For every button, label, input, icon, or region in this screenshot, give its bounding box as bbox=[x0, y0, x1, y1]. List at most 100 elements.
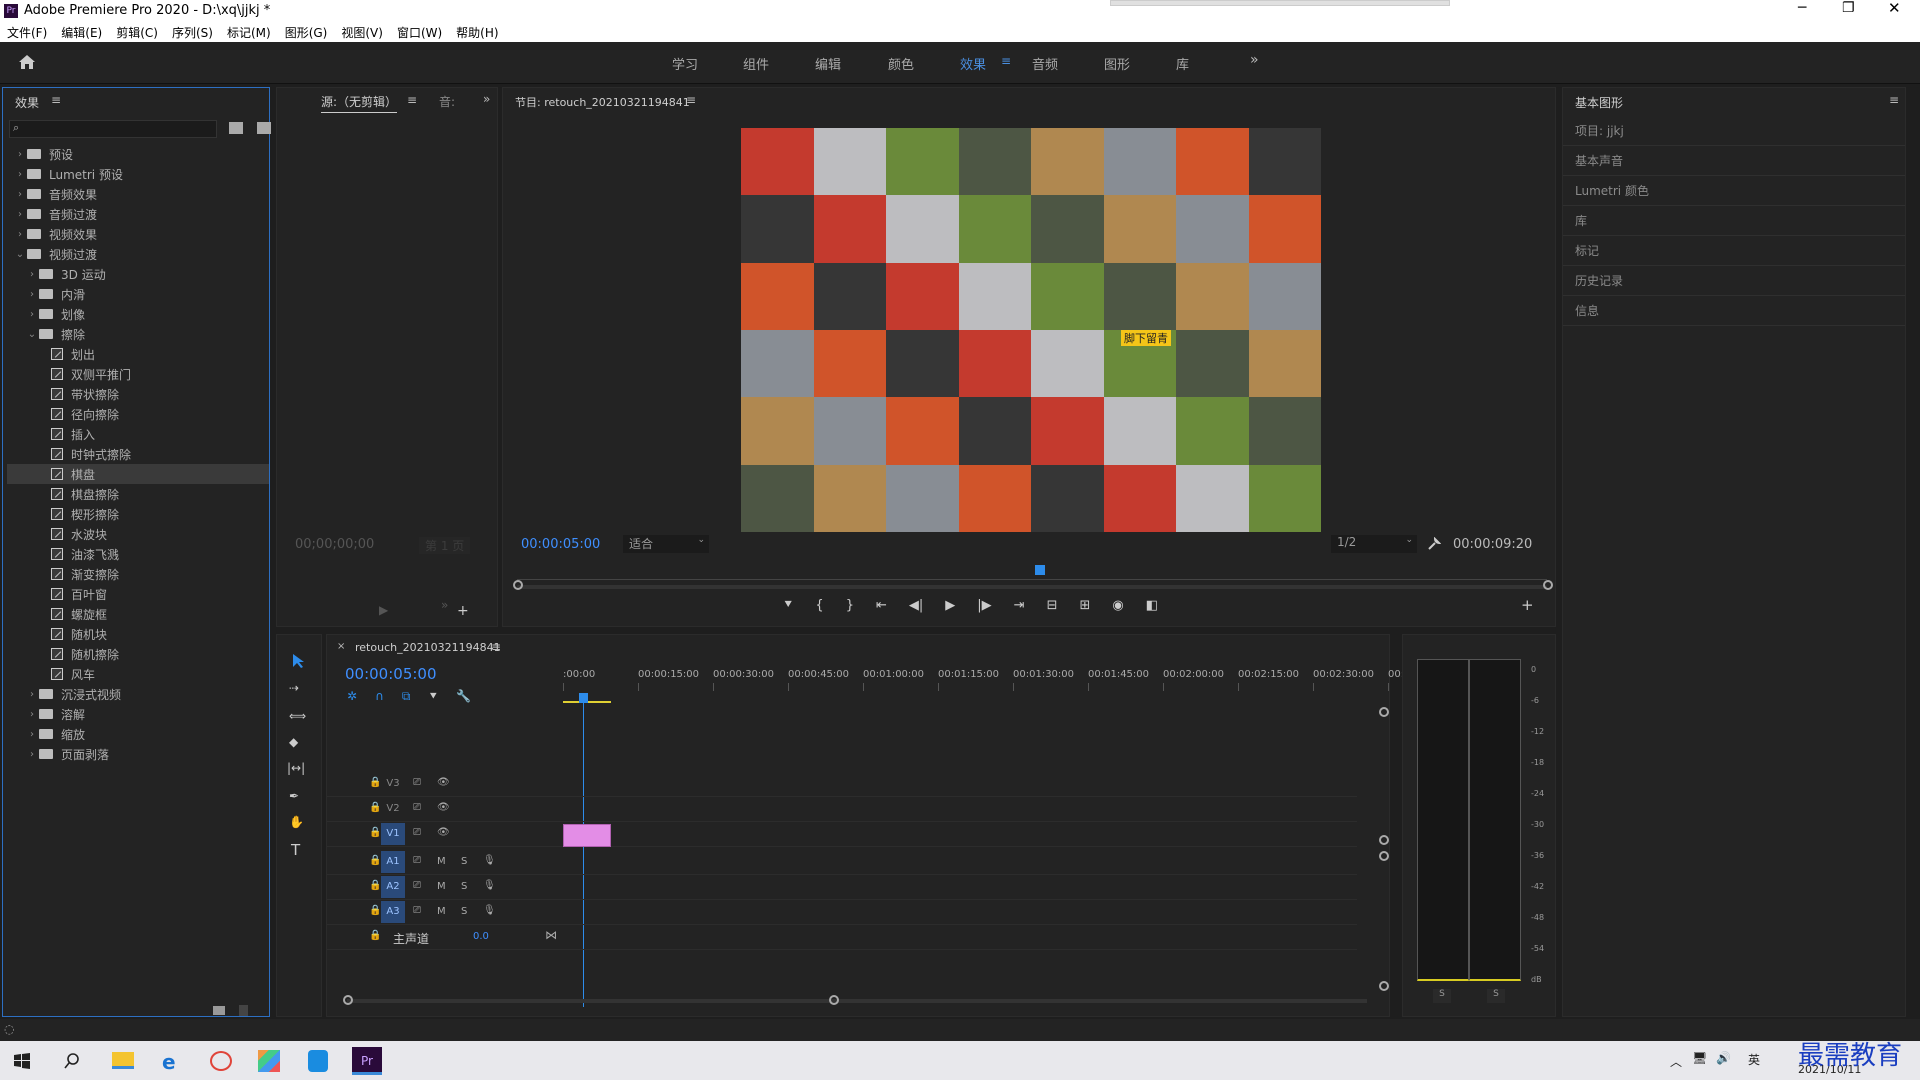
track-select-tool-icon[interactable]: ⇢ bbox=[289, 681, 299, 695]
tree-item[interactable]: 水波块 bbox=[7, 524, 269, 544]
source-play-icon[interactable]: ▶ bbox=[379, 603, 388, 617]
playhead-handle[interactable] bbox=[579, 693, 588, 703]
track-target[interactable]: A2 bbox=[381, 876, 405, 898]
tree-item[interactable]: 随机擦除 bbox=[7, 644, 269, 664]
lock-icon[interactable]: 🔒 bbox=[369, 905, 381, 916]
mute-button[interactable]: M bbox=[437, 856, 446, 867]
program-add-icon[interactable]: + bbox=[1521, 596, 1534, 614]
chevron-right-icon[interactable]: › bbox=[13, 149, 27, 160]
right-panel-item[interactable]: 基本声音 bbox=[1563, 146, 1905, 176]
track-row[interactable]: 🔒 V1 ⎚ 👁 bbox=[327, 823, 1357, 847]
workspace-tab[interactable]: 库 bbox=[1176, 54, 1189, 73]
chevron-right-icon[interactable]: › bbox=[25, 689, 39, 700]
scroll-handle-left[interactable] bbox=[513, 580, 523, 590]
time-ruler[interactable]: :00:00 00:00:15:00 00:00:30:00 00:00:45:00 0… bbox=[563, 667, 1404, 691]
tree-item[interactable]: › 溶解 bbox=[7, 704, 269, 724]
trash-icon[interactable] bbox=[239, 1005, 248, 1016]
workspace-tab[interactable]: 学习 bbox=[672, 54, 698, 73]
vscroll-handle-bottom[interactable] bbox=[1379, 981, 1389, 991]
tree-item[interactable]: 径向擦除 bbox=[7, 404, 269, 424]
tab-source[interactable]: 源:（无剪辑） bbox=[321, 93, 398, 113]
chevron-right-icon[interactable]: › bbox=[25, 269, 39, 280]
camera-icon[interactable]: ◉ bbox=[1112, 598, 1123, 616]
hand-tool-icon[interactable]: ✋ bbox=[289, 815, 304, 829]
chevron-down-icon[interactable]: ⌄ bbox=[13, 249, 27, 260]
premiere-taskbar-icon[interactable]: Pr bbox=[352, 1047, 382, 1075]
lift-icon[interactable]: ⊟ bbox=[1047, 598, 1058, 616]
menu-item[interactable]: 序列(S) bbox=[172, 24, 213, 41]
step-forward-icon[interactable]: |▶ bbox=[977, 598, 991, 616]
tree-item[interactable]: 棋盘 bbox=[7, 464, 269, 484]
app-tiles-icon[interactable] bbox=[258, 1050, 280, 1072]
tree-item[interactable]: › 页面剥落 bbox=[7, 744, 269, 764]
tree-item[interactable]: › 缩放 bbox=[7, 724, 269, 744]
track-row[interactable]: 🔒 V3 ⎚ 👁 bbox=[327, 773, 1357, 797]
hscroll-handle-left[interactable] bbox=[343, 995, 353, 1005]
tree-item[interactable]: 风车 bbox=[7, 664, 269, 684]
track-row[interactable]: 🔒 V2 ⎚ 👁 bbox=[327, 798, 1357, 822]
lock-icon[interactable]: 🔒 bbox=[369, 802, 381, 813]
tray-chevron-icon[interactable]: ︿ bbox=[1670, 1053, 1682, 1070]
chevron-right-icon[interactable]: › bbox=[25, 749, 39, 760]
chevron-right-icon[interactable]: › bbox=[13, 229, 27, 240]
effects-search-input[interactable]: ⌕ bbox=[9, 120, 217, 138]
tree-item[interactable]: › 音频效果 bbox=[7, 184, 269, 204]
slip-tool-icon[interactable]: |↔| bbox=[287, 761, 305, 775]
menu-item[interactable]: 剪辑(C) bbox=[116, 24, 158, 41]
edge-icon[interactable]: e bbox=[162, 1050, 176, 1074]
solo-button[interactable]: S bbox=[461, 881, 467, 892]
tree-item[interactable]: 插入 bbox=[7, 424, 269, 444]
mark-out-icon[interactable]: } bbox=[846, 598, 854, 616]
right-panel-item[interactable]: 库 bbox=[1563, 206, 1905, 236]
sync-lock-icon[interactable]: ⎚ bbox=[413, 880, 421, 891]
tree-item[interactable]: › 沉浸式视频 bbox=[7, 684, 269, 704]
new-folder-icon[interactable] bbox=[213, 1006, 225, 1015]
tree-item[interactable]: ⌄ 视频过渡 bbox=[7, 244, 269, 264]
windows-start-icon[interactable] bbox=[14, 1053, 30, 1069]
workspace-tab[interactable]: 效果 bbox=[960, 54, 986, 73]
right-panel-item[interactable]: 标记 bbox=[1563, 236, 1905, 266]
more-workspaces-icon[interactable]: » bbox=[1250, 52, 1259, 68]
program-playhead[interactable] bbox=[1035, 565, 1045, 575]
track-target[interactable]: A1 bbox=[381, 851, 405, 873]
more-tabs-icon[interactable]: » bbox=[483, 92, 490, 106]
workspace-tab[interactable]: 组件 bbox=[743, 54, 769, 73]
master-track[interactable]: 🔒 主声道 0.0 ⋈ bbox=[327, 926, 1357, 950]
timeline-timecode[interactable]: 00:00:05:00 bbox=[345, 665, 437, 683]
scroll-handle-right[interactable] bbox=[1543, 580, 1553, 590]
step-back-icon[interactable]: ◀| bbox=[909, 598, 923, 616]
tree-item[interactable]: ⌄ 擦除 bbox=[7, 324, 269, 344]
tree-item[interactable]: 划出 bbox=[7, 344, 269, 364]
tree-item[interactable]: 双侧平推门 bbox=[7, 364, 269, 384]
lock-icon[interactable]: 🔒 bbox=[369, 777, 381, 788]
tree-item[interactable]: 油漆飞溅 bbox=[7, 544, 269, 564]
tree-item[interactable]: › 内滑 bbox=[7, 284, 269, 304]
meter-solo-right[interactable]: S bbox=[1487, 989, 1505, 1003]
wrench-icon[interactable] bbox=[1427, 537, 1441, 551]
resolution-dropdown[interactable]: 1/2 ⌄ bbox=[1331, 535, 1417, 553]
go-to-out-icon[interactable]: ⇥ bbox=[1014, 598, 1025, 616]
track-target[interactable]: V2 bbox=[381, 798, 405, 820]
sync-lock-icon[interactable]: ⎚ bbox=[413, 777, 421, 788]
snap-icon[interactable]: ∩ bbox=[375, 689, 384, 704]
mic-icon[interactable]: 🎙 bbox=[483, 855, 496, 866]
right-panel-item[interactable]: 历史记录 bbox=[1563, 266, 1905, 296]
home-icon[interactable] bbox=[18, 54, 36, 70]
menu-item[interactable]: 帮助(H) bbox=[456, 24, 498, 41]
video-clip[interactable] bbox=[563, 824, 611, 847]
app-icon[interactable] bbox=[210, 1051, 232, 1071]
linked-selection-icon[interactable]: ⧉ bbox=[402, 689, 411, 704]
track-target[interactable]: A3 bbox=[381, 901, 405, 923]
right-panel-menu-icon[interactable]: ≡ bbox=[1889, 93, 1899, 107]
tree-item[interactable]: 百叶窗 bbox=[7, 584, 269, 604]
minimize-button[interactable]: ─ bbox=[1798, 0, 1806, 16]
sync-lock-icon[interactable]: ⎚ bbox=[413, 802, 421, 813]
new-bin-2-icon[interactable] bbox=[257, 122, 271, 134]
tree-item[interactable]: › Lumetri 预设 bbox=[7, 164, 269, 184]
tree-item[interactable]: › 视频效果 bbox=[7, 224, 269, 244]
workspace-tab[interactable]: 图形 bbox=[1104, 54, 1130, 73]
tree-item[interactable]: 螺旋框 bbox=[7, 604, 269, 624]
type-tool-icon[interactable]: T bbox=[291, 841, 300, 859]
menu-item[interactable]: 窗口(W) bbox=[397, 24, 442, 41]
track-target[interactable]: V1 bbox=[381, 823, 405, 845]
